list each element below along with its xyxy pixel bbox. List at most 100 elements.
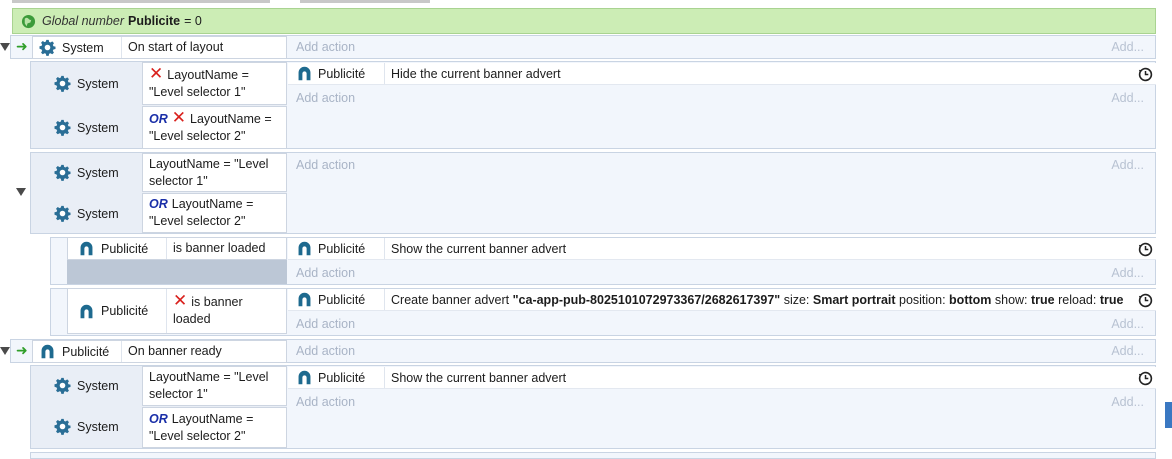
clock-icon[interactable] — [1138, 293, 1153, 308]
add-menu-link[interactable]: Add... — [1111, 395, 1144, 409]
condition-text: On start of layout — [128, 40, 224, 54]
condition-not-banner-loaded[interactable]: Publicité ✕ is banner loaded — [67, 288, 287, 334]
add-action-row[interactable]: Add action Add... — [287, 391, 1156, 413]
condition-object: Publicité — [68, 289, 167, 333]
add-menu-link[interactable]: Add... — [1111, 91, 1144, 105]
action-hide-banner[interactable]: Publicité Hide the current banner advert — [288, 63, 1156, 85]
condition-object: System — [54, 418, 119, 435]
top-tab-edge — [300, 0, 430, 3]
add-action-link[interactable]: Add action — [296, 317, 355, 331]
condition-layoutname-1[interactable]: ✕ LayoutName = "Level selector 1" — [142, 62, 287, 105]
object-name: Publicité — [62, 344, 110, 359]
action-show-banner[interactable]: Publicité Show the current banner advert — [288, 238, 1156, 260]
collapse-triangle-icon[interactable] — [0, 43, 10, 51]
add-menu-link[interactable]: Add... — [1111, 344, 1144, 358]
condition-on-banner-ready[interactable]: Publicité On banner ready — [32, 340, 287, 363]
condition-is-banner-loaded[interactable]: Publicité is banner loaded — [67, 237, 287, 260]
condition-text: LayoutName = "Level selector 1" — [149, 370, 269, 401]
publicite-icon — [296, 240, 313, 257]
condition-text: is banner loaded — [173, 241, 266, 255]
collapse-triangle-icon[interactable] — [0, 347, 10, 355]
action-object: Publicité — [288, 367, 385, 388]
condition-text-wrap: OR LayoutName = "Level selector 2" — [143, 194, 286, 232]
or-label: OR — [149, 197, 168, 211]
add-action-link[interactable]: Add action — [296, 395, 355, 409]
action-text: Show the current banner advert — [391, 241, 567, 256]
condition-text-wrap: OR ✕ LayoutName = "Level selector 2" — [143, 107, 286, 148]
add-action-row[interactable]: Add action Add... — [287, 262, 1156, 284]
publicite-icon — [296, 369, 313, 386]
gear-icon — [54, 205, 71, 222]
global-variable-row[interactable]: Global number Publicite = 0 — [12, 8, 1156, 34]
action-object: Publicité — [288, 238, 385, 259]
object-name: System — [77, 120, 119, 135]
condition-text-wrap: OR LayoutName = "Level selector 2" — [143, 408, 286, 447]
add-menu-link[interactable]: Add... — [1111, 266, 1144, 280]
add-action-row[interactable]: Add action Add... — [287, 313, 1156, 335]
action-show-banner[interactable]: Publicité Show the current banner advert — [288, 367, 1156, 389]
gear-icon — [54, 75, 71, 92]
size-value: Smart portrait — [812, 292, 896, 307]
condition-text: LayoutName = "Level selector 1" — [149, 156, 269, 188]
object-name: System — [77, 419, 119, 434]
condition-layoutname-2[interactable]: OR LayoutName = "Level selector 2" — [142, 193, 287, 233]
action-object: Publicité — [288, 63, 385, 84]
add-menu-link[interactable]: Add... — [1111, 158, 1144, 172]
object-name: System — [62, 40, 104, 55]
clock-icon[interactable] — [1138, 67, 1153, 82]
gear-icon — [54, 418, 71, 435]
condition-object: Publicité — [68, 238, 167, 259]
publicite-icon — [296, 291, 313, 308]
object-name: System — [77, 378, 119, 393]
invert-x-icon: ✕ — [173, 291, 188, 310]
invert-x-icon: ✕ — [149, 63, 164, 83]
action-text-part: reload: — [1054, 292, 1100, 307]
action-text-part: show: — [991, 292, 1032, 307]
condition-layoutname-1[interactable]: LayoutName = "Level selector 1" — [142, 366, 287, 406]
add-action-row[interactable]: Add action Add... — [287, 87, 1156, 109]
add-action-row[interactable]: Add action Add... — [287, 154, 1156, 176]
object-name: Publicité — [318, 370, 366, 385]
publicite-icon — [39, 343, 56, 360]
add-menu-link[interactable]: Add... — [1111, 317, 1144, 331]
add-action-link[interactable]: Add action — [296, 40, 355, 54]
show-value: true — [1031, 292, 1055, 307]
condition-layoutname-1[interactable]: LayoutName = "Level selector 1" — [142, 153, 287, 192]
or-label: OR — [149, 111, 168, 126]
add-action-link[interactable]: Add action — [296, 91, 355, 105]
scroll-marker[interactable] — [1165, 402, 1172, 428]
next-event-partial[interactable] — [30, 452, 1156, 459]
action-text-part: Create banner advert — [391, 292, 513, 307]
object-name: Publicité — [318, 241, 366, 256]
invert-x-icon: ✕ — [171, 107, 186, 127]
add-menu-link[interactable]: Add... — [1111, 40, 1144, 54]
object-name: Publicité — [318, 66, 366, 81]
collapse-triangle-icon[interactable] — [16, 188, 26, 196]
condition-layoutname-2[interactable]: OR ✕ LayoutName = "Level selector 2" — [142, 106, 287, 149]
action-create-banner[interactable]: Publicité Create banner advert "ca-app-p… — [288, 289, 1156, 311]
add-action-link[interactable]: Add action — [296, 266, 355, 280]
add-action-link[interactable]: Add action — [296, 344, 355, 358]
trigger-arrow-icon: ➜ — [16, 342, 28, 358]
condition-object: System — [54, 164, 119, 181]
clock-icon[interactable] — [1138, 242, 1153, 257]
condition-text: On banner ready — [128, 344, 222, 358]
condition-on-start-of-layout[interactable]: System On start of layout — [32, 36, 287, 59]
condition-object: Publicité — [33, 341, 122, 362]
add-action-row[interactable]: Add action Add... — [287, 36, 1156, 58]
publicite-icon — [78, 303, 95, 320]
global-var-value: = 0 — [184, 14, 202, 28]
condition-object: System — [54, 119, 119, 136]
add-action-row[interactable]: Add action Add... — [287, 340, 1156, 362]
object-name: Publicité — [318, 292, 366, 307]
action-text-part: size: — [780, 292, 813, 307]
publicite-icon — [78, 240, 95, 257]
add-action-link[interactable]: Add action — [296, 158, 355, 172]
condition-object: System — [54, 205, 119, 222]
gear-icon — [54, 119, 71, 136]
action-text: Hide the current banner advert — [391, 66, 561, 81]
publicite-icon — [296, 65, 313, 82]
clock-icon[interactable] — [1138, 371, 1153, 386]
action-text-part: position: — [895, 292, 950, 307]
condition-layoutname-2[interactable]: OR LayoutName = "Level selector 2" — [142, 407, 287, 448]
